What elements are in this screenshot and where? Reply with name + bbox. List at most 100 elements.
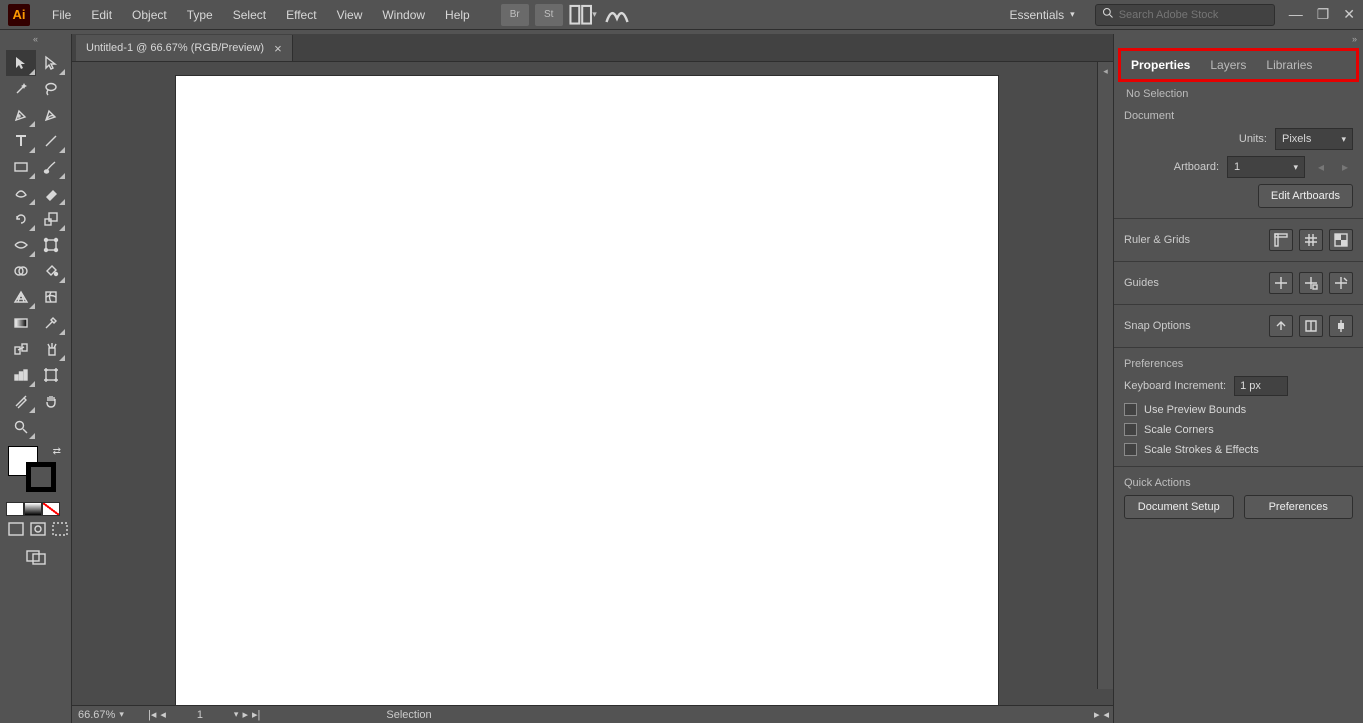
magic-wand-tool[interactable] bbox=[6, 76, 36, 102]
prev-artboard-icon[interactable]: ◂ bbox=[1313, 158, 1329, 176]
hscroll-left-icon[interactable]: ▸ bbox=[1094, 708, 1100, 721]
first-artboard-icon[interactable]: |◂ bbox=[148, 708, 156, 721]
snap-pixel-icon[interactable] bbox=[1329, 315, 1353, 337]
live-paint-bucket-tool[interactable] bbox=[36, 258, 66, 284]
panel-collapse-icon[interactable]: » bbox=[1114, 34, 1363, 46]
line-segment-tool[interactable] bbox=[36, 128, 66, 154]
menu-object[interactable]: Object bbox=[122, 2, 177, 28]
smart-guides-icon[interactable] bbox=[1329, 272, 1353, 294]
menu-edit[interactable]: Edit bbox=[81, 2, 122, 28]
preferences-button[interactable]: Preferences bbox=[1244, 495, 1354, 519]
search-input[interactable] bbox=[1119, 9, 1268, 21]
document-tab[interactable]: Untitled-1 @ 66.67% (RGB/Preview) × bbox=[76, 35, 293, 61]
color-mode-solid[interactable] bbox=[6, 502, 24, 516]
pen-tool[interactable] bbox=[6, 102, 36, 128]
selection-tool[interactable] bbox=[6, 50, 36, 76]
screen-mode-button[interactable] bbox=[0, 543, 71, 574]
draw-inside-icon[interactable] bbox=[52, 522, 68, 539]
tab-properties[interactable]: Properties bbox=[1121, 51, 1200, 79]
shape-builder-tool[interactable] bbox=[6, 258, 36, 284]
menu-help[interactable]: Help bbox=[435, 2, 480, 28]
close-tab-icon[interactable]: × bbox=[274, 41, 282, 56]
artboard-tool[interactable] bbox=[36, 362, 66, 388]
keyboard-increment-input[interactable] bbox=[1234, 376, 1288, 396]
last-artboard-icon[interactable]: ▸| bbox=[252, 708, 260, 721]
lasso-tool[interactable] bbox=[36, 76, 66, 102]
scale-strokes-row[interactable]: Scale Strokes & Effects bbox=[1124, 443, 1353, 456]
gradient-tool[interactable] bbox=[6, 310, 36, 336]
bridge-icon[interactable]: Br bbox=[501, 4, 529, 26]
hscroll-right-icon[interactable]: ◂ bbox=[1103, 708, 1109, 721]
menu-view[interactable]: View bbox=[327, 2, 373, 28]
tab-libraries[interactable]: Libraries bbox=[1256, 51, 1322, 79]
zoom-level[interactable]: 66.67%▾ bbox=[72, 709, 142, 721]
menu-effect[interactable]: Effect bbox=[276, 2, 326, 28]
snap-point-icon[interactable] bbox=[1269, 315, 1293, 337]
artboard[interactable] bbox=[176, 76, 998, 705]
use-preview-bounds-row[interactable]: Use Preview Bounds bbox=[1124, 403, 1353, 416]
gpu-icon[interactable] bbox=[603, 4, 631, 26]
toolbox-collapse-icon[interactable]: « bbox=[0, 34, 71, 46]
close-icon[interactable]: ✕ bbox=[1343, 6, 1355, 23]
eraser-tool[interactable] bbox=[36, 180, 66, 206]
menu-window[interactable]: Window bbox=[372, 2, 435, 28]
search-stock[interactable] bbox=[1095, 4, 1275, 26]
tab-layers[interactable]: Layers bbox=[1200, 51, 1256, 79]
scale-tool[interactable] bbox=[36, 206, 66, 232]
workspace-switcher[interactable]: Essentials ▾ bbox=[999, 4, 1084, 26]
shaper-tool[interactable] bbox=[6, 180, 36, 206]
show-guides-icon[interactable] bbox=[1269, 272, 1293, 294]
lock-guides-icon[interactable] bbox=[1299, 272, 1323, 294]
expand-panels-icon[interactable]: ◂ bbox=[1103, 66, 1108, 77]
units-dropdown[interactable]: Pixels▾ bbox=[1275, 128, 1353, 150]
arrange-documents-icon[interactable]: ▾ bbox=[569, 4, 597, 26]
next-artboard-icon[interactable]: ▸ bbox=[242, 708, 248, 721]
menu-type[interactable]: Type bbox=[177, 2, 223, 28]
draw-normal-icon[interactable] bbox=[8, 522, 24, 539]
rectangle-tool[interactable] bbox=[6, 154, 36, 180]
artboard-dropdown[interactable]: 1▾ bbox=[1227, 156, 1305, 178]
stroke-swatch[interactable] bbox=[26, 462, 56, 492]
stock-icon[interactable]: St bbox=[535, 4, 563, 26]
checkbox-icon[interactable] bbox=[1124, 443, 1137, 456]
hand-tool[interactable] bbox=[36, 388, 66, 414]
zoom-tool[interactable] bbox=[6, 414, 36, 440]
menu-file[interactable]: File bbox=[42, 2, 81, 28]
artboard-number[interactable]: 1 bbox=[170, 709, 230, 721]
column-graph-tool[interactable] bbox=[6, 362, 36, 388]
perspective-grid-tool[interactable] bbox=[6, 284, 36, 310]
color-mode-none[interactable] bbox=[42, 502, 60, 516]
symbol-sprayer-tool[interactable] bbox=[36, 336, 66, 362]
checkbox-icon[interactable] bbox=[1124, 403, 1137, 416]
free-transform-tool[interactable] bbox=[36, 232, 66, 258]
paintbrush-tool[interactable] bbox=[36, 154, 66, 180]
blend-tool[interactable] bbox=[6, 336, 36, 362]
mesh-tool[interactable] bbox=[36, 284, 66, 310]
fill-stroke-swatches[interactable]: ⇄ bbox=[0, 440, 71, 500]
color-mode-gradient[interactable] bbox=[24, 502, 42, 516]
direct-selection-tool[interactable] bbox=[36, 50, 66, 76]
grid-icon[interactable] bbox=[1299, 229, 1323, 251]
slice-tool[interactable] bbox=[6, 388, 36, 414]
scale-corners-row[interactable]: Scale Corners bbox=[1124, 423, 1353, 436]
prev-artboard-icon[interactable]: ◂ bbox=[160, 708, 166, 721]
draw-behind-icon[interactable] bbox=[30, 522, 46, 539]
swap-fill-stroke-icon[interactable]: ⇄ bbox=[53, 446, 61, 457]
curvature-tool[interactable] bbox=[36, 102, 66, 128]
ruler-icon[interactable] bbox=[1269, 229, 1293, 251]
status-bar: 66.67%▾ |◂ ◂ 1 ▾ ▸ ▸| Selection ▸ ◂ bbox=[72, 705, 1113, 723]
eyedropper-tool[interactable] bbox=[36, 310, 66, 336]
maximize-icon[interactable]: ❐ bbox=[1317, 6, 1330, 23]
type-tool[interactable] bbox=[6, 128, 36, 154]
edit-artboards-button[interactable]: Edit Artboards bbox=[1258, 184, 1353, 208]
next-artboard-icon[interactable]: ▸ bbox=[1337, 158, 1353, 176]
minimize-icon[interactable]: — bbox=[1289, 6, 1303, 23]
width-tool[interactable] bbox=[6, 232, 36, 258]
menu-select[interactable]: Select bbox=[223, 2, 276, 28]
snap-grid-icon[interactable] bbox=[1299, 315, 1323, 337]
transparency-grid-icon[interactable] bbox=[1329, 229, 1353, 251]
rotate-tool[interactable] bbox=[6, 206, 36, 232]
document-setup-button[interactable]: Document Setup bbox=[1124, 495, 1234, 519]
canvas[interactable]: ◂ bbox=[72, 62, 1113, 705]
checkbox-icon[interactable] bbox=[1124, 423, 1137, 436]
